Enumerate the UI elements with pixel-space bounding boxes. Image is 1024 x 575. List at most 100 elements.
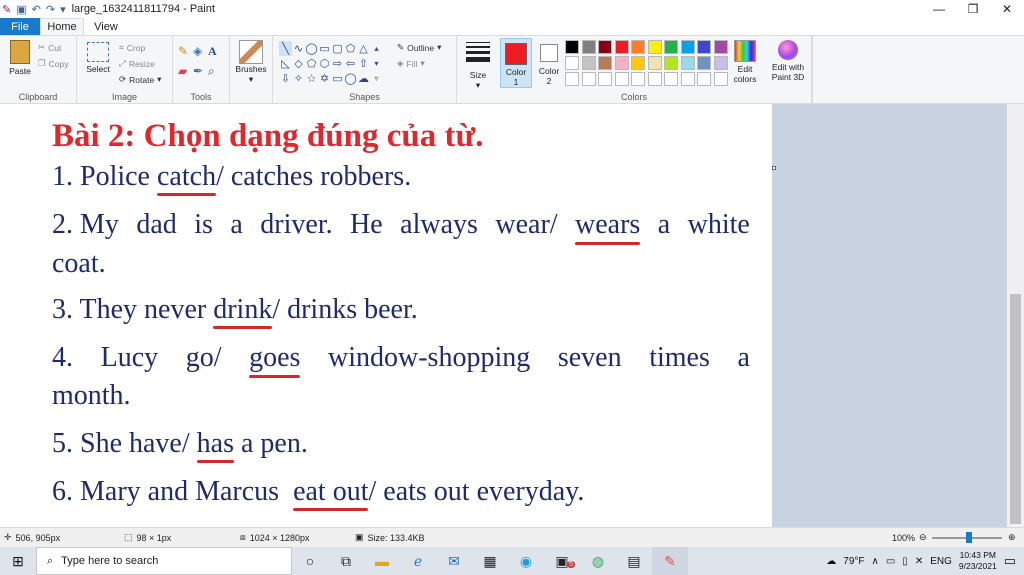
scrollbar-thumb[interactable] [1010,294,1021,524]
rectangle-icon[interactable]: ▭ [318,41,331,56]
palette-swatch[interactable] [697,40,711,54]
select-button[interactable]: Select [82,42,114,74]
crop-button[interactable]: ⌗ Crop [119,42,145,53]
resize-button[interactable]: ⤢ Resize [119,58,155,69]
palette-swatch[interactable] [713,40,728,54]
more-shapes-icon[interactable]: ▿ [370,71,383,86]
palette-swatch[interactable] [647,56,662,70]
minimize-button[interactable]: — [922,0,956,18]
eraser-icon[interactable]: ▰ [178,64,193,84]
restore-button[interactable]: ❐ [956,0,990,18]
rounded-rectangle-icon[interactable]: ▢ [331,41,344,56]
store-icon[interactable]: ▦ [472,547,508,575]
six-point-star-icon[interactable]: ✡ [318,71,331,86]
palette-swatch[interactable] [713,56,728,70]
callout-cloud-icon[interactable]: ☁ [357,71,370,86]
battery-icon[interactable]: ▯ [902,556,908,567]
right-arrow-icon[interactable]: ⇨ [331,56,344,71]
palette-swatch[interactable] [581,56,596,70]
start-button[interactable]: ⊞ [0,547,36,575]
language-indicator[interactable]: ENG [930,556,952,567]
palette-swatch[interactable] [614,56,629,70]
calculator-icon[interactable]: ▤ [616,547,652,575]
palette-swatch[interactable] [664,40,678,54]
pentagon-icon[interactable]: ⬠ [305,56,318,71]
magnifier-icon[interactable]: ⌕ [208,64,223,84]
brushes-button[interactable]: Brushes ▾ [234,40,268,85]
zoom-out-icon[interactable]: ⊖ [919,532,927,543]
customize-icon[interactable]: ▾ [60,3,66,16]
close-button[interactable]: ✕ [990,0,1024,18]
left-arrow-icon[interactable]: ⇦ [344,56,357,71]
palette-swatch[interactable] [598,56,612,70]
save-icon[interactable]: ▣ [16,3,26,16]
paint-taskbar-icon[interactable]: ✎ [652,547,688,575]
undo-icon[interactable]: ↶ [32,3,41,16]
callout-oval-icon[interactable]: ◯ [344,71,357,86]
palette-swatch[interactable] [664,56,678,70]
right-triangle-icon[interactable]: ◺ [279,56,292,71]
volume-muted-icon[interactable]: ✕ [915,556,923,567]
palette-swatch[interactable] [631,56,645,70]
color-picker-icon[interactable]: ✒ [193,64,208,84]
five-point-star-icon[interactable]: ☆ [305,71,318,86]
copy-button[interactable]: ❐ Copy [38,58,68,69]
scroll-up-icon[interactable]: ▴ [370,41,383,56]
palette-swatch[interactable] [647,40,662,54]
rotate-button[interactable]: ⟳ Rotate ▾ [119,74,161,85]
palette-swatch[interactable] [631,40,645,54]
palette-swatch[interactable] [565,40,579,54]
edit-with-paint3d-button[interactable]: Edit with Paint 3D [766,40,810,82]
diamond-icon[interactable]: ◇ [292,56,305,71]
shapes-gallery[interactable]: ╲ ∿ ◯ ▭ ▢ ⬠ △ ▴ ◺ ◇ ⬠ ⬡ ⇨ ⇦ ⇧ ▾ ⇩ ✧ ☆ ✡ … [279,41,384,86]
cortana-icon[interactable]: ○ [292,547,328,575]
fill-bucket-icon[interactable]: ◈ [193,44,208,64]
tab-view[interactable]: View [84,18,128,35]
palette-swatch[interactable] [647,72,662,86]
vertical-scrollbar[interactable] [1007,104,1024,527]
cut-button[interactable]: ✂ Cut [38,42,61,53]
palette-swatch[interactable] [581,72,596,86]
mail-notify-icon[interactable]: ▣ 5 [544,547,580,575]
paste-button[interactable]: Paste [4,40,36,76]
edge-icon[interactable]: ◉ [508,547,544,575]
notifications-icon[interactable]: ▭ [1004,553,1016,569]
weather-temp[interactable]: 79°F [843,556,864,567]
palette-swatch[interactable] [713,72,728,86]
palette-swatch[interactable] [565,56,579,70]
palette-swatch[interactable] [598,72,612,86]
palette-swatch[interactable] [631,72,645,86]
chevron-up-icon[interactable]: ∧ [872,556,879,567]
zoom-in-icon[interactable]: ⊕ [1008,532,1016,543]
palette-swatch[interactable] [697,56,711,70]
color2-button[interactable]: Color 2 [535,38,563,88]
callout-rect-icon[interactable]: ▭ [331,71,344,86]
four-point-star-icon[interactable]: ✧ [292,71,305,86]
zoom-slider-thumb[interactable] [966,532,972,543]
fill-button[interactable]: ◈ Fill ▾ [397,58,425,69]
palette-swatch[interactable] [680,56,695,70]
up-arrow-icon[interactable]: ⇧ [357,56,370,71]
redo-icon[interactable]: ↷ [46,3,55,16]
palette-swatch[interactable] [664,72,678,86]
palette-swatch[interactable] [614,72,629,86]
palette-swatch[interactable] [565,72,579,86]
palette-swatch[interactable] [680,40,695,54]
canvas-image[interactable]: Bài 2: Chọn dạng đúng của từ. 1. Police … [0,104,772,527]
hexagon-icon[interactable]: ⬡ [318,56,331,71]
clock[interactable]: 10:43 PM 9/23/2021 [959,550,997,572]
text-icon[interactable]: A [208,44,223,64]
tab-home[interactable]: Home [40,18,84,35]
task-view-icon[interactable]: ⧉ [328,547,364,575]
line-icon[interactable]: ╲ [279,41,292,56]
size-button[interactable]: Size ▾ [461,40,495,91]
palette-swatch[interactable] [680,72,695,86]
network-icon[interactable]: ▭ [886,556,895,567]
color-palette[interactable] [565,40,730,88]
oval-icon[interactable]: ◯ [305,41,318,56]
curve-icon[interactable]: ∿ [292,41,305,56]
palette-swatch[interactable] [581,40,596,54]
down-arrow-icon[interactable]: ⇩ [279,71,292,86]
resize-handle[interactable] [772,166,776,170]
weather-icon[interactable]: ☁ [826,556,836,567]
